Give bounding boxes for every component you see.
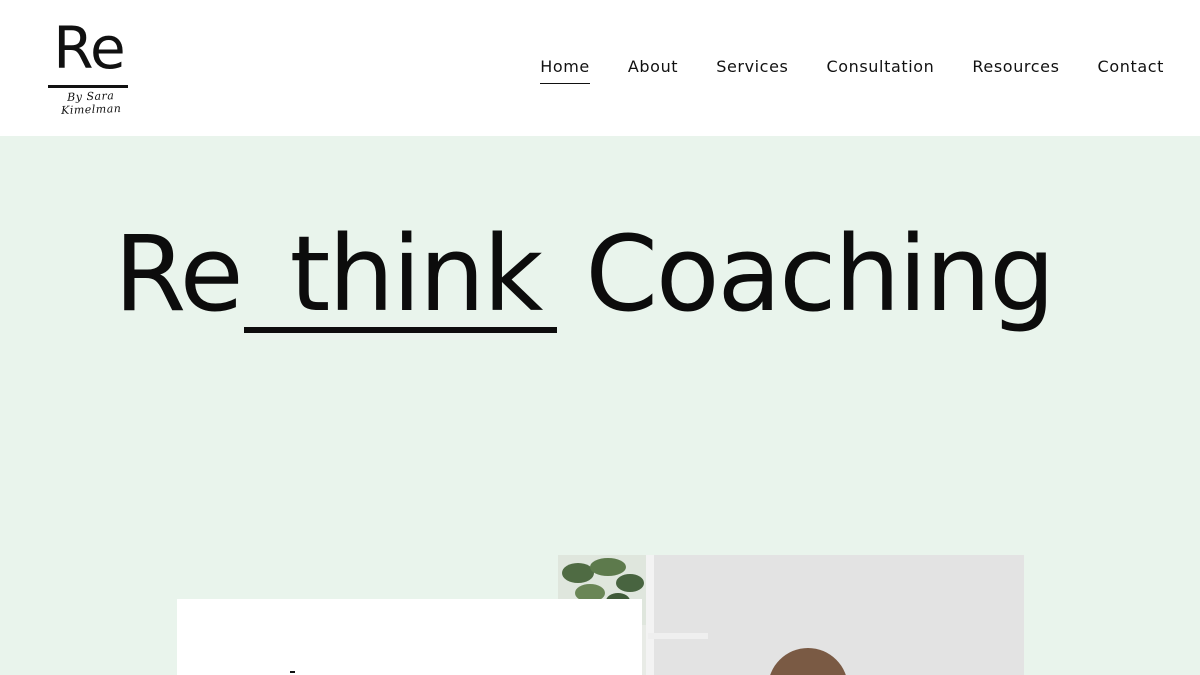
photo-post (646, 555, 654, 675)
logo-mark: Re (53, 14, 125, 82)
hero-title-think: think (289, 213, 544, 335)
hero-title-underline (244, 327, 557, 333)
hero-title: Re think Coaching (114, 213, 1055, 338)
nav-item-home[interactable]: Home (540, 56, 590, 84)
intro-card-text-fragment (290, 671, 295, 673)
nav-item-services[interactable]: Services (716, 56, 788, 80)
intro-card (177, 599, 642, 675)
site-logo[interactable]: Re By Sara Kimelman (36, 14, 146, 118)
logo-tagline: By Sara Kimelman (60, 89, 122, 118)
nav-item-contact[interactable]: Contact (1098, 56, 1164, 80)
main-nav: Home About Services Consultation Resourc… (502, 56, 1164, 84)
photo-shelf (648, 633, 708, 639)
site-header: Re By Sara Kimelman Home About Services … (0, 0, 1200, 136)
hero-title-re: Re (114, 213, 244, 335)
nav-item-resources[interactable]: Resources (972, 56, 1059, 80)
hero-title-coaching: Coaching (585, 213, 1055, 335)
logo-rule (48, 85, 128, 88)
nav-item-about[interactable]: About (628, 56, 678, 80)
nav-item-consultation[interactable]: Consultation (826, 56, 934, 80)
hero-section: Re think Coaching (0, 136, 1200, 675)
photo-wall (648, 555, 1024, 675)
